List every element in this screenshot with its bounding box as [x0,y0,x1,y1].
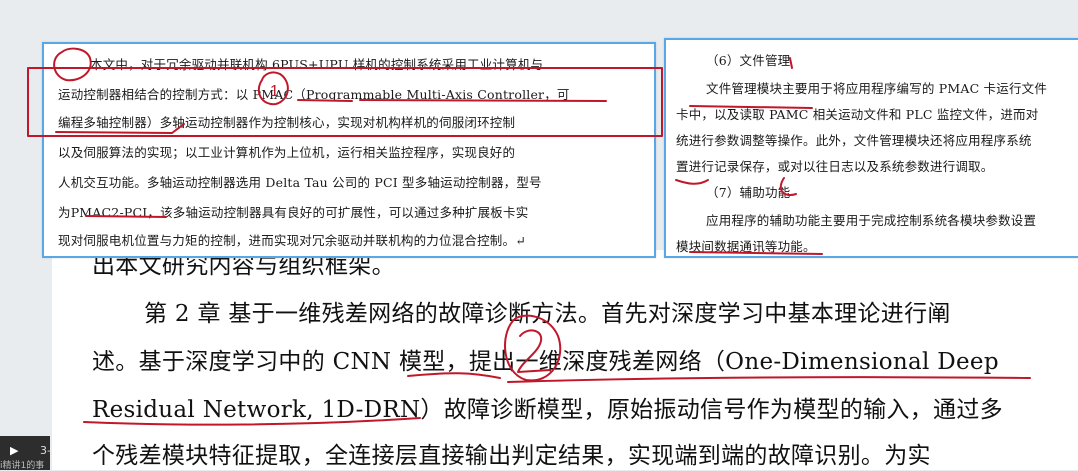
time-label: 3- [40,444,51,457]
right-line-4: 置进行记录保存，或对以往日志以及系统参数进行调取。 [676,159,994,174]
left-line-6: 现对伺服电机位置与力矩的控制，进而实现对冗余驱动并联机构的力位混合控制。↵ [58,233,526,248]
right-line-1: 文件管理模块主要用于将应用程序编写的 PMAC 卡运行文件 [706,81,1048,96]
document-page: 出本文研究内容与组织框架。 第 2 章 基于一维残差网络的故障诊断方法。首先对深… [52,250,1078,470]
right-line-7: 模块间数据通讯等功能。 [676,239,816,254]
player-strip[interactable]: ▶ 3- i精讲1的事 [0,436,51,471]
left-line-2: 编程多轴控制器）多轴运动控制器作为控制核心，实现对机构样机的伺服闭环控制 [58,115,516,130]
left-line-5: 为PMAC2-PCI，该多轴运动控制器具有良好的可扩展性，可以通过多种扩展板卡实 [58,205,529,220]
play-icon[interactable]: ▶ [10,444,18,457]
page-line-2: 述。基于深度学习中的 CNN 模型，提出一维深度残差网络（One-Dimensi… [92,349,999,375]
right-line-3: 统进行参数调整等操作。此外，文件管理模块还将应用程序系统 [676,133,1032,148]
left-snippet-panel: 本文中，对于冗余驱动并联机构 6PUS+UPU 样机的控制系统采用工业计算机与 … [42,42,656,258]
page-line-4: 个残差模块特征提取，全连接层直接输出判定结果，实现端到端的故障识别。为实 [92,443,931,469]
right-line-6: 应用程序的辅助功能主要用于完成控制系统各模块参数设置 [706,213,1037,228]
caption-label: i精讲1的事 [0,461,45,471]
page-line-3: Residual Network, 1D-DRN）故障诊断模型，原始振动信号作为… [92,397,1003,423]
right-line-2: 卡中，以及读取 PAMC 相关运动文件和 PLC 监控文件，进而对 [676,107,1039,122]
right-line-5: （7）辅助功能 [706,185,791,200]
left-line-0: 本文中，对于冗余驱动并联机构 6PUS+UPU 样机的控制系统采用工业计算机与 [90,57,544,72]
left-line-1: 运动控制器相结合的控制方式：以 PMAC（Programmable Multi-… [58,87,570,102]
page-line-1: 第 2 章 基于一维残差网络的故障诊断方法。首先对深度学习中基本理论进行阐 [144,301,951,327]
right-snippet-panel: （6）文件管理 文件管理模块主要用于将应用程序编写的 PMAC 卡运行文件 卡中… [664,38,1078,258]
left-line-4: 人机交互功能。多轴运动控制器选用 Delta Tau 公司的 PCI 型多轴运动… [58,175,542,190]
right-line-0: （6）文件管理 [706,53,791,68]
left-line-3: 以及伺服算法的实现；以工业计算机作为上位机，运行相关监控程序，实现良好的 [58,145,516,160]
